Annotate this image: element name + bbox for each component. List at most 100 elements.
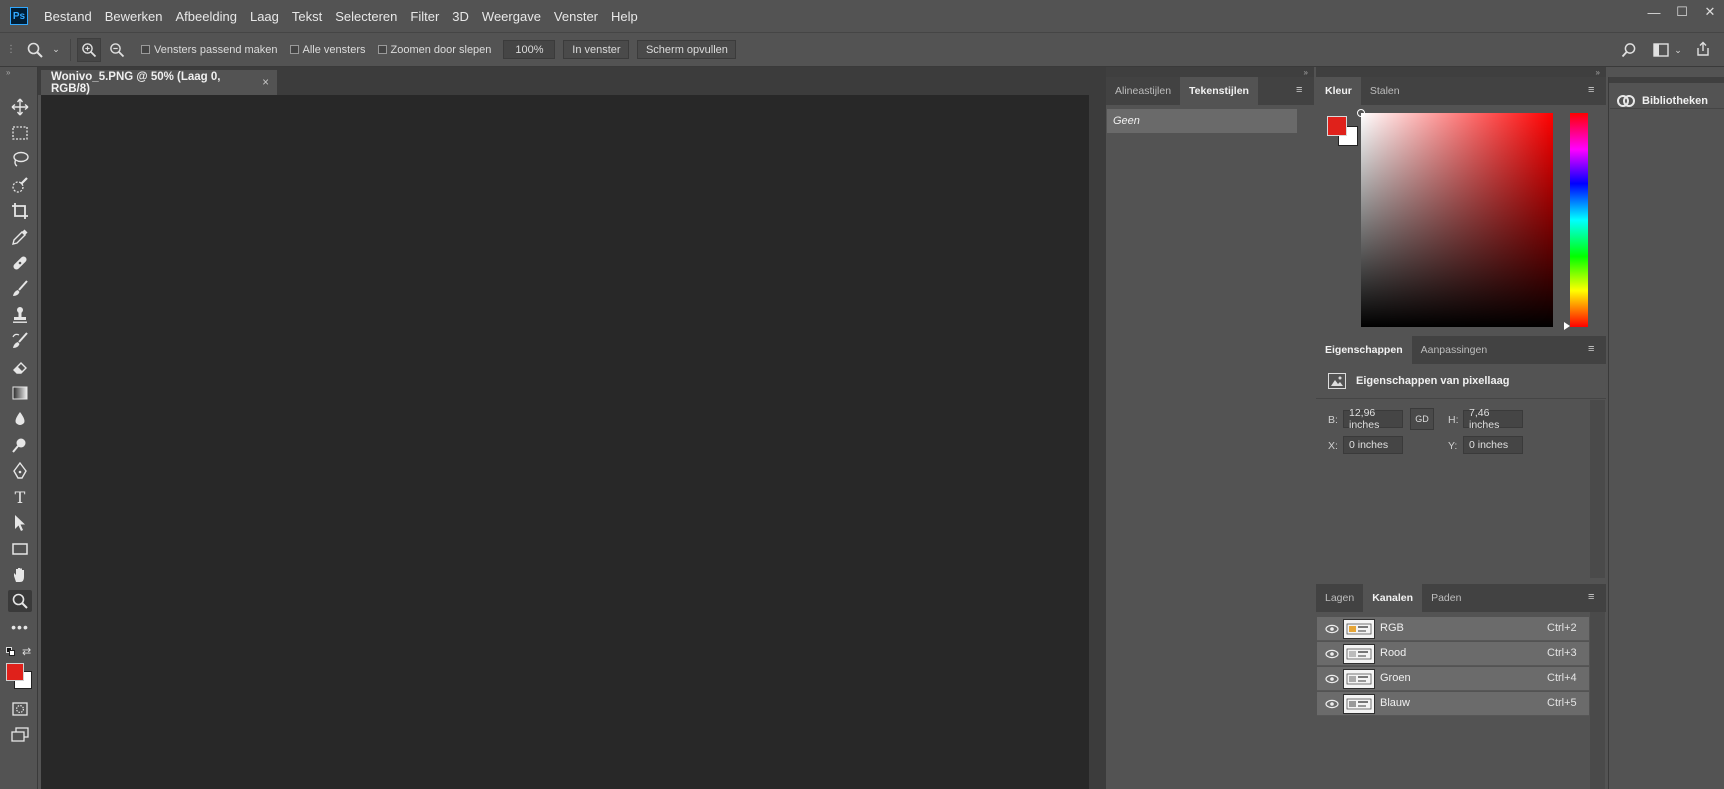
vertical-scrollbar[interactable] [1089,95,1106,789]
dodge-tool-icon[interactable] [8,434,32,456]
channel-row[interactable]: Groen Ctrl+4 [1317,667,1589,691]
menu-help[interactable]: Help [611,9,638,24]
fill-screen-button[interactable]: Scherm opvullen [637,40,737,59]
menu-3d[interactable]: 3D [452,9,469,24]
brush-tool-icon[interactable] [8,278,32,300]
checkbox-box[interactable] [377,45,387,54]
collapse-icon[interactable]: » [6,68,10,77]
foreground-color-swatch[interactable] [1327,116,1347,136]
hue-slider[interactable] [1570,113,1588,327]
menu-bestand[interactable]: Bestand [44,9,92,24]
scrubby-zoom-checkbox[interactable]: Zoomen door slepen [377,44,491,56]
hand-tool-icon[interactable] [8,564,32,586]
tab-paths[interactable]: Paden [1422,584,1470,612]
checkbox-box[interactable] [141,45,150,54]
fit-windows-checkbox[interactable]: Vensters passend maken [141,44,278,56]
in-window-button[interactable]: In venster [563,40,630,59]
tab-color[interactable]: Kleur [1316,77,1361,105]
channels-scrollbar[interactable] [1590,612,1605,789]
more-tools-icon[interactable]: ••• [8,616,32,638]
pen-tool-icon[interactable] [8,460,32,482]
menu-bewerken[interactable]: Bewerken [105,9,163,24]
tab-channels[interactable]: Kanalen [1363,584,1423,612]
gradient-tool-icon[interactable] [8,382,32,404]
tab-swatches[interactable]: Stalen [1361,77,1409,105]
collapse-panels-icon[interactable]: » [1106,67,1314,77]
y-field[interactable]: 0 inches [1463,436,1523,454]
quick-mask-icon[interactable] [8,698,32,720]
type-tool-icon[interactable]: T [8,486,32,508]
menu-weergave[interactable]: Weergave [482,9,541,24]
style-row-none[interactable]: Geen [1107,109,1297,133]
maximize-button[interactable]: ☐ [1668,0,1696,24]
all-windows-checkbox[interactable]: Alle vensters [289,44,366,56]
swap-colors-icon[interactable]: ⇄ [22,645,31,658]
menu-filter[interactable]: Filter [410,9,439,24]
healing-brush-tool-icon[interactable] [8,252,32,274]
visibility-eye-icon[interactable] [1325,647,1339,661]
link-dimensions-button[interactable]: GD [1410,408,1434,430]
screen-mode-icon[interactable] [8,724,32,746]
visibility-eye-icon[interactable] [1325,672,1339,686]
lasso-tool-icon[interactable] [8,148,32,170]
menu-tekst[interactable]: Tekst [292,9,322,24]
tab-properties[interactable]: Eigenschappen [1316,336,1412,364]
rectangle-tool-icon[interactable] [8,538,32,560]
path-selection-tool-icon[interactable] [8,512,32,534]
foreground-color-swatch[interactable] [6,663,24,681]
eraser-tool-icon[interactable] [8,356,32,378]
tab-layers[interactable]: Lagen [1316,584,1363,612]
menu-selecteren[interactable]: Selecteren [335,9,397,24]
channel-row[interactable]: RGB Ctrl+2 [1317,617,1589,641]
channel-row[interactable]: Blauw Ctrl+5 [1317,692,1589,716]
crop-tool-icon[interactable] [8,200,32,222]
visibility-eye-icon[interactable] [1325,697,1339,711]
quick-selection-tool-icon[interactable] [8,174,32,196]
collapse-panels-icon[interactable]: » [1316,67,1606,77]
document-canvas[interactable] [41,95,1089,789]
menu-venster[interactable]: Venster [554,9,598,24]
saturation-brightness-field[interactable] [1361,113,1553,327]
chevron-down-icon[interactable]: ⌄ [48,44,64,55]
default-colors-icon[interactable] [6,647,15,656]
eyedropper-tool-icon[interactable] [8,226,32,248]
close-tab-icon[interactable]: × [262,77,269,89]
history-brush-tool-icon[interactable] [8,330,32,352]
search-icon[interactable] [1618,39,1640,61]
x-field[interactable]: 0 inches [1343,436,1403,454]
move-tool-icon[interactable] [8,96,32,118]
tab-paragraph-styles[interactable]: Alineastijlen [1106,77,1180,105]
close-button[interactable]: ✕ [1696,0,1724,24]
clone-stamp-tool-icon[interactable] [8,304,32,326]
panel-menu-icon[interactable]: ≡ [1588,344,1600,355]
color-picker-handle[interactable] [1357,109,1365,117]
width-field[interactable]: 12,96 inches [1343,407,1403,431]
hue-slider-handle[interactable] [1564,322,1570,330]
tab-character-styles[interactable]: Tekenstijlen [1180,77,1258,105]
panel-menu-icon[interactable]: ≡ [1588,85,1600,96]
blur-tool-icon[interactable] [8,408,32,430]
chevron-down-icon[interactable]: ⌄ [1672,39,1684,61]
marquee-tool-icon[interactable] [8,122,32,144]
menu-laag[interactable]: Laag [250,9,279,24]
tab-adjustments[interactable]: Aanpassingen [1412,336,1497,364]
panel-menu-icon[interactable]: ≡ [1296,85,1308,96]
document-tab[interactable]: Wonivo_5.PNG @ 50% (Laag 0, RGB/8) × [41,70,277,95]
zoom-out-icon[interactable] [105,38,129,62]
visibility-eye-icon[interactable] [1325,622,1339,636]
zoom-tool-icon[interactable] [8,590,32,612]
zoom-preset-icon[interactable] [22,41,48,59]
channel-row[interactable]: Rood Ctrl+3 [1317,642,1589,666]
libraries-button[interactable]: Bibliotheken [1616,94,1708,108]
properties-scrollbar[interactable] [1590,400,1605,578]
menu-afbeelding[interactable]: Afbeelding [176,9,237,24]
height-field[interactable]: 7,46 inches [1463,407,1523,431]
zoom-in-icon[interactable] [77,37,101,62]
panel-menu-icon[interactable]: ≡ [1588,592,1600,603]
workspace-icon[interactable] [1650,39,1672,61]
divider [1610,108,1724,109]
minimize-button[interactable]: — [1640,0,1668,24]
zoom-level-field[interactable]: 100% [503,40,556,59]
share-icon[interactable] [1692,38,1714,60]
checkbox-box[interactable] [289,45,299,54]
